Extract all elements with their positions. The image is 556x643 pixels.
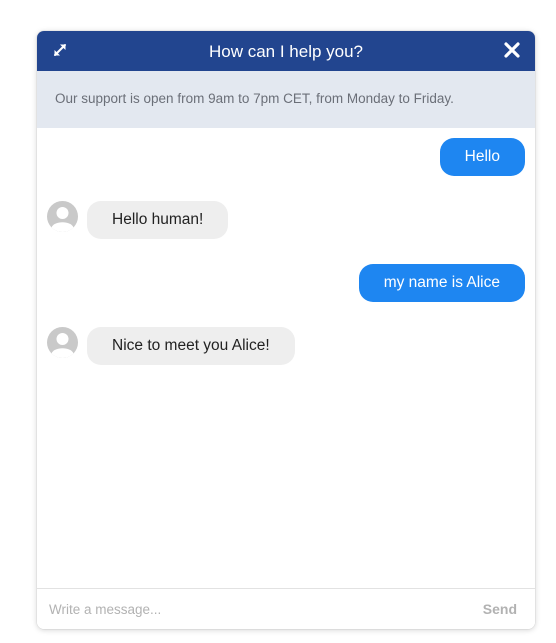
notice-text: Our support is open from 9am to 7pm CET,… <box>55 91 454 106</box>
avatar-icon <box>47 201 78 232</box>
message-list[interactable]: Hello Hello human! my name is Alice Nice… <box>37 128 535 588</box>
message-input[interactable] <box>49 589 449 629</box>
user-message-bubble: Hello <box>439 138 525 176</box>
chat-header: How can I help you? <box>37 31 535 71</box>
message-composer: Send <box>37 588 535 629</box>
close-icon[interactable] <box>503 41 521 59</box>
send-button[interactable]: Send <box>483 589 517 629</box>
chat-widget: How can I help you? Our support is open … <box>37 31 535 629</box>
user-message-bubble: my name is Alice <box>358 264 525 302</box>
avatar-icon <box>47 327 78 358</box>
bot-message-bubble: Nice to meet you Alice! <box>87 327 295 365</box>
chat-title: How can I help you? <box>208 42 364 61</box>
bot-message-bubble: Hello human! <box>87 201 229 239</box>
support-hours-notice: Our support is open from 9am to 7pm CET,… <box>37 71 535 128</box>
